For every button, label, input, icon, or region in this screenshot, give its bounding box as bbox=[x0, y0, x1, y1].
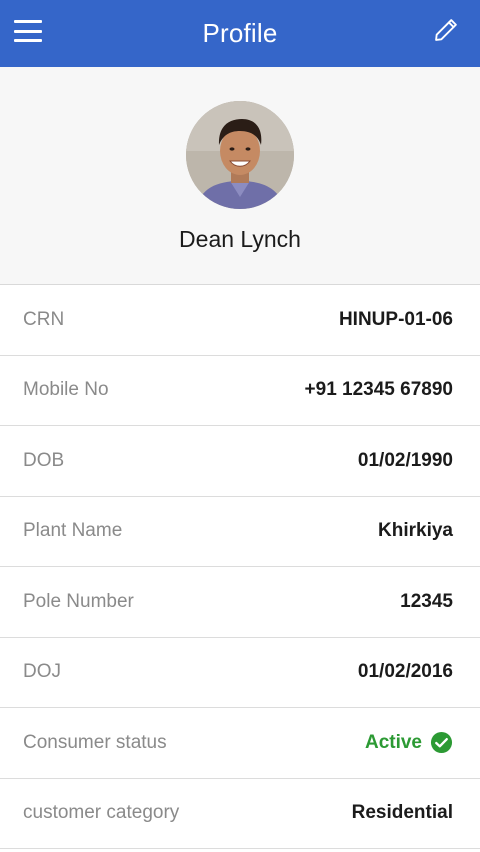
detail-row-dob: DOB 01/02/1990 bbox=[0, 426, 480, 497]
pencil-icon[interactable] bbox=[432, 16, 460, 44]
detail-value: 01/02/1990 bbox=[357, 449, 453, 471]
detail-label: customer category bbox=[23, 802, 180, 824]
detail-value: 01/02/2016 bbox=[357, 661, 453, 683]
detail-value: 12345 bbox=[400, 590, 453, 612]
detail-value: Active bbox=[364, 731, 422, 753]
status-badge: Active bbox=[365, 731, 453, 754]
profile-details-list: CRN HINUP-01-06 Mobile No +91 12345 6789… bbox=[0, 285, 480, 849]
detail-label: CRN bbox=[23, 308, 65, 330]
user-name: Dean Lynch bbox=[179, 226, 301, 252]
avatar bbox=[186, 101, 294, 209]
app-bar: Profile bbox=[0, 0, 480, 67]
detail-row-customer-category: customer category Residential bbox=[0, 778, 480, 849]
detail-label: Plant Name bbox=[23, 520, 123, 542]
detail-label: Mobile No bbox=[23, 379, 109, 401]
detail-label: DOJ bbox=[23, 661, 61, 683]
detail-row-plant-name: Plant Name Khirkiya bbox=[0, 496, 480, 567]
profile-header: Dean Lynch bbox=[0, 67, 480, 285]
detail-label: Pole Number bbox=[23, 590, 134, 612]
detail-label: DOB bbox=[23, 449, 65, 471]
detail-row-doj: DOJ 01/02/2016 bbox=[0, 637, 480, 708]
detail-label: Consumer status bbox=[23, 731, 167, 753]
page-title: Profile bbox=[202, 18, 278, 48]
detail-row-pole-number: Pole Number 12345 bbox=[0, 567, 480, 638]
detail-value: Residential bbox=[351, 802, 453, 824]
detail-value: +91 12345 67890 bbox=[304, 379, 453, 401]
user-photo bbox=[186, 101, 294, 209]
detail-row-crn: CRN HINUP-01-06 bbox=[0, 285, 480, 356]
detail-value: Khirkiya bbox=[378, 520, 453, 542]
detail-value: HINUP-01-06 bbox=[338, 308, 453, 330]
detail-row-mobile: Mobile No +91 12345 67890 bbox=[0, 355, 480, 426]
detail-row-consumer-status: Consumer status Active bbox=[0, 708, 480, 779]
check-circle-icon bbox=[430, 732, 453, 754]
hamburger-menu-icon[interactable] bbox=[14, 20, 42, 42]
